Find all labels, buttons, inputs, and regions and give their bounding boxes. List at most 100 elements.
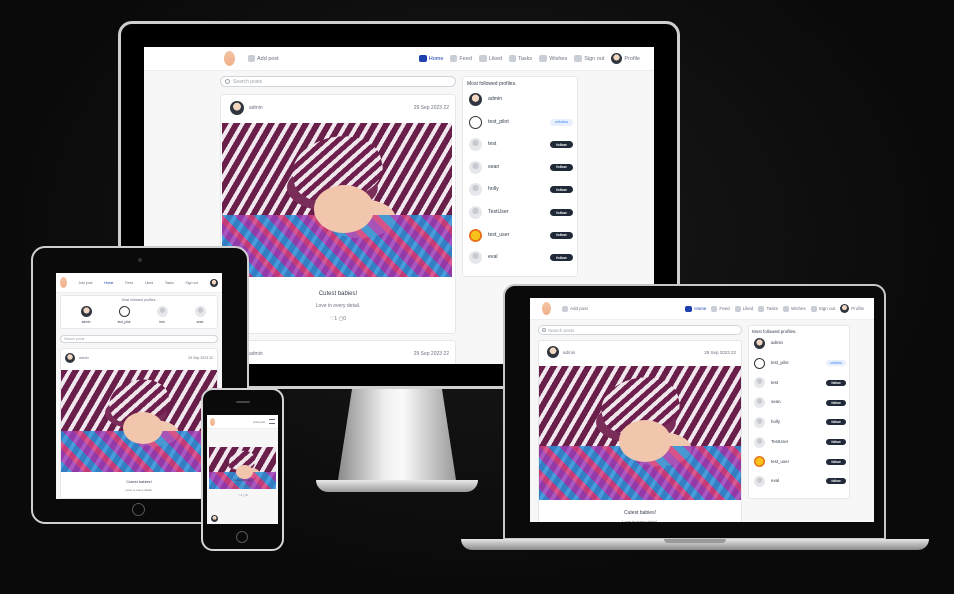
post-author-avatar[interactable] (65, 353, 75, 363)
nav-wishes[interactable]: Wishes (782, 305, 806, 312)
profile-name[interactable]: sean (488, 164, 499, 170)
follow-button[interactable]: follow (550, 186, 573, 194)
profile-name[interactable]: TestUser (771, 439, 788, 444)
profile-avatar[interactable] (469, 115, 482, 129)
phone-home-button[interactable] (236, 531, 248, 543)
profile-avatar[interactable] (469, 228, 482, 242)
logo-icon[interactable] (60, 277, 67, 288)
profile-avatar[interactable] (754, 338, 765, 349)
search-input[interactable]: Search posts (220, 76, 456, 87)
follow-button[interactable]: follow (550, 141, 573, 149)
unfollow-button[interactable]: unfollow (550, 118, 573, 126)
profile-avatar[interactable] (754, 357, 765, 369)
nav-feed[interactable]: Feed (711, 305, 730, 312)
follow-button[interactable]: follow (550, 209, 573, 216)
profile-avatar[interactable] (754, 436, 765, 448)
tablet-screen: Add post Home Feed Liked Tasks Sign out … (56, 273, 222, 499)
follow-button[interactable]: follow (826, 458, 846, 465)
profile-avatar[interactable] (469, 206, 482, 219)
profile-avatar[interactable] (119, 306, 130, 317)
nav-add-post[interactable]: Add post (562, 305, 588, 312)
phone-screen: Add post Cutest babies! Love in every de… (207, 415, 278, 524)
profile-name[interactable]: TestUser (488, 209, 508, 215)
nav-add-post[interactable]: Add post (248, 55, 279, 62)
profile-avatar[interactable] (195, 306, 206, 317)
profile-name[interactable]: test (771, 380, 778, 385)
nav-sign-out[interactable]: Sign out (574, 55, 604, 62)
profile-name[interactable]: test (147, 320, 177, 324)
nav-liked[interactable]: Liked (145, 281, 153, 285)
mockup-stage: Add post Home Feed Liked Tasks Wishes Si… (0, 0, 954, 594)
profile-avatar[interactable] (469, 251, 482, 265)
search-input[interactable]: Search posts (60, 335, 218, 343)
profile-avatar[interactable] (754, 416, 765, 428)
nav-liked[interactable]: Liked (734, 305, 753, 312)
profile-avatar[interactable] (469, 160, 482, 174)
nav-tasks[interactable]: Tasks (509, 55, 532, 62)
nav-home[interactable]: Home (418, 55, 443, 62)
nav-home[interactable]: Home (104, 281, 113, 285)
nav-sign-out[interactable]: Sign out (185, 281, 198, 285)
post-author[interactable]: admin (79, 356, 89, 360)
follow-button[interactable]: follow (826, 379, 846, 386)
nav-feed[interactable]: Feed (125, 281, 133, 285)
menu-icon[interactable] (269, 419, 275, 424)
logo-icon[interactable] (210, 417, 215, 426)
profile-name[interactable]: test_pilot (771, 360, 789, 365)
nav-add-post[interactable]: Add post (253, 420, 265, 424)
follow-button[interactable]: follow (826, 439, 846, 445)
post-author-avatar[interactable] (547, 346, 559, 358)
profile-name[interactable]: admin (71, 320, 101, 324)
nav-wishes[interactable]: Wishes (539, 55, 567, 62)
follow-button[interactable]: follow (550, 254, 573, 262)
follow-button[interactable]: follow (826, 419, 846, 426)
profile-avatar[interactable] (754, 377, 765, 389)
profile-avatar[interactable] (754, 397, 765, 409)
nav-tasks[interactable]: Tasks (758, 305, 778, 312)
post-author-avatar[interactable] (211, 515, 218, 522)
profile-avatar[interactable] (469, 183, 482, 197)
profile-name[interactable]: test_user (771, 459, 789, 464)
nav-tasks[interactable]: Tasks (165, 281, 174, 285)
post-author[interactable]: admin (563, 350, 575, 355)
post-author[interactable]: admin (249, 105, 263, 111)
profile-avatar[interactable] (81, 306, 92, 317)
profile-avatar[interactable] (754, 456, 765, 468)
unfollow-button[interactable]: unfollow (826, 360, 846, 367)
nav-liked[interactable]: Liked (478, 55, 502, 62)
nav-sign-out[interactable]: Sign out (810, 305, 835, 312)
profile-avatar[interactable] (209, 278, 218, 287)
profile-name[interactable]: admin (771, 340, 783, 345)
nav-profile[interactable]: Profile (840, 304, 864, 313)
nav-feed[interactable]: Feed (450, 55, 472, 62)
tablet-home-button[interactable] (132, 503, 145, 516)
nav-add-post[interactable]: Add post (79, 281, 93, 285)
nav-home[interactable]: Home (685, 305, 706, 312)
profile-avatar[interactable] (469, 138, 482, 152)
profile-name[interactable]: eval (488, 254, 498, 260)
profile-name[interactable]: sean (185, 320, 215, 324)
follow-button[interactable]: follow (550, 231, 573, 239)
nav-profile[interactable]: Profile (611, 53, 640, 64)
profile-name[interactable]: admin (488, 96, 502, 102)
profile-name[interactable]: test_pilot (488, 119, 509, 125)
profile-avatar[interactable] (754, 475, 765, 487)
profile-name[interactable]: sean (771, 399, 781, 404)
profile-name[interactable]: eval (771, 478, 779, 483)
profile-avatar[interactable] (469, 93, 482, 106)
profile-name[interactable]: test (488, 141, 496, 147)
search-input[interactable]: Search posts (538, 325, 742, 335)
logo-icon[interactable] (224, 51, 235, 66)
post-author-avatar[interactable] (230, 101, 244, 115)
follow-button[interactable]: follow (550, 163, 573, 171)
profile-name[interactable]: holly (771, 419, 780, 424)
profile-name[interactable]: test_user (488, 232, 509, 238)
profile-name[interactable]: test_pilot (109, 320, 139, 324)
profile-avatar[interactable] (157, 306, 168, 317)
post-author[interactable]: admin (249, 351, 263, 357)
follow-button[interactable]: follow (826, 399, 846, 406)
follow-button[interactable]: follow (826, 478, 846, 485)
profile-name[interactable]: holly (488, 186, 499, 192)
search-icon (225, 79, 230, 84)
logo-icon[interactable] (542, 302, 551, 315)
